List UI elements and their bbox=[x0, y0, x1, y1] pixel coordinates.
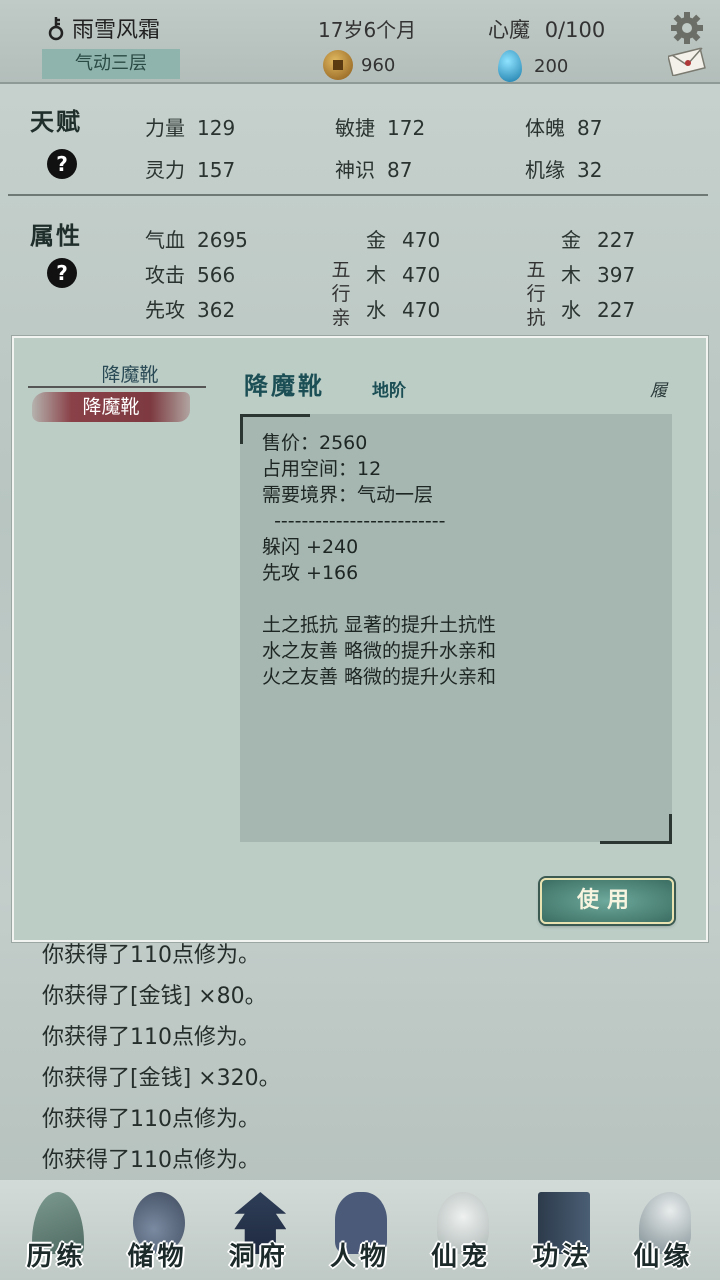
nav-tab-pet[interactable]: 仙宠 bbox=[411, 1180, 512, 1280]
item-list-title: 降魔靴 bbox=[101, 364, 159, 386]
realm-badge: 气动三层 bbox=[42, 49, 180, 79]
item-list-entry-selected[interactable]: 降魔靴 bbox=[32, 392, 190, 422]
event-log: 你获得了110点修为。 你获得了[金钱] ×80。 你获得了110点修为。 你获… bbox=[42, 940, 281, 1186]
item-description-panel: 售价：2560 占用空间：12 需要境界：气动一层 --------------… bbox=[240, 414, 672, 842]
log-entry: 你获得了110点修为。 bbox=[42, 1025, 260, 1050]
nav-tab-character[interactable]: 人物 bbox=[309, 1180, 410, 1280]
nav-label: 仙缘 bbox=[633, 1242, 694, 1272]
log-entry: 你获得了110点修为。 bbox=[42, 1107, 260, 1132]
item-category-mark: 履 bbox=[650, 381, 667, 401]
log-entry: 你获得了[金钱] ×80。 bbox=[42, 984, 267, 1009]
coin-counter: 960 bbox=[323, 50, 395, 80]
heart-demon-label: 心魔 bbox=[488, 18, 530, 42]
resist-stat: 木 397 bbox=[561, 263, 636, 287]
mail-icon[interactable] bbox=[668, 46, 706, 76]
nav-label: 历练 bbox=[26, 1242, 87, 1272]
desc-line: 先攻 +166 bbox=[262, 562, 359, 584]
nav-label: 储物 bbox=[127, 1242, 188, 1272]
nav-tab-techniques[interactable]: 功法 bbox=[512, 1180, 613, 1280]
resist-stat: 水 227 bbox=[561, 298, 636, 322]
item-name: 降魔靴 bbox=[244, 372, 325, 400]
affinity-stat: 金 470 bbox=[366, 228, 441, 252]
spirit-stone-counter: 200 bbox=[498, 50, 568, 82]
use-button[interactable]: 使用 bbox=[540, 878, 674, 924]
coin-value: 960 bbox=[361, 54, 396, 76]
nav-label: 洞府 bbox=[228, 1242, 289, 1272]
attribute-stat: 攻击 566 bbox=[145, 263, 236, 287]
talent-stat: 敏捷 172 bbox=[335, 116, 426, 140]
attributes-label: 属性 bbox=[30, 222, 82, 250]
talent-label: 天赋 bbox=[30, 108, 82, 136]
item-grade: 地阶 bbox=[372, 381, 406, 401]
nav-tab-training[interactable]: 历练 bbox=[6, 1180, 107, 1280]
talent-stat: 机缘 32 bbox=[525, 158, 603, 182]
desc-line: 躲闪 +240 bbox=[262, 536, 359, 558]
player-name: 雨雪风霜 bbox=[46, 12, 160, 44]
heart-demon: 心魔 0/100 bbox=[488, 14, 605, 44]
spirit-stone-icon bbox=[498, 50, 522, 82]
attribute-stat: 气血 2695 bbox=[145, 228, 248, 252]
spirit-stone-value: 200 bbox=[534, 55, 569, 77]
nav-label: 仙宠 bbox=[431, 1242, 492, 1272]
desc-line: 水之友善 略微的提升水亲和 bbox=[262, 640, 497, 662]
log-entry: 你获得了[金钱] ×320。 bbox=[42, 1066, 281, 1091]
talent-stat: 体魄 87 bbox=[525, 116, 603, 140]
panel-corner-decor bbox=[240, 414, 310, 444]
settings-gear-icon[interactable] bbox=[669, 10, 705, 46]
nav-tab-cave[interactable]: 洞府 bbox=[208, 1180, 309, 1280]
nav-label: 功法 bbox=[532, 1242, 593, 1272]
status-header: 雨雪风霜 气动三层 17岁6个月 心魔 0/100 960 200 bbox=[0, 0, 720, 84]
desc-line: 占用空间：12 bbox=[262, 458, 382, 480]
player-age: 17岁6个月 bbox=[318, 18, 417, 42]
affinity-stat: 木 470 bbox=[366, 263, 441, 287]
attribute-stat: 先攻 362 bbox=[145, 298, 236, 322]
log-entry: 你获得了110点修为。 bbox=[42, 943, 260, 968]
bottom-nav: 历练 储物 洞府 人物 仙宠 功法 仙缘 bbox=[0, 1180, 720, 1280]
resist-stat: 金 227 bbox=[561, 228, 636, 252]
section-divider bbox=[8, 194, 708, 196]
item-detail-dialog: 降魔靴 降魔靴 降魔靴 地阶 履 售价：2560 占用空间：12 需要境界：气动… bbox=[12, 336, 708, 942]
player-name-text: 雨雪风霜 bbox=[72, 18, 161, 43]
nav-tab-fate[interactable]: 仙缘 bbox=[613, 1180, 714, 1280]
desc-line: 火之友善 略微的提升火亲和 bbox=[262, 666, 497, 688]
desc-line bbox=[262, 586, 650, 612]
panel-corner-decor bbox=[600, 814, 672, 844]
desc-line: 土之抵抗 显著的提升土抗性 bbox=[262, 614, 497, 636]
item-list-divider bbox=[28, 386, 206, 388]
attributes-help-icon[interactable]: ? bbox=[47, 258, 77, 288]
resist-vertical-label: 五行抗 bbox=[526, 259, 546, 329]
coin-icon bbox=[323, 50, 353, 80]
talent-stat: 灵力 157 bbox=[145, 158, 236, 182]
nav-label: 人物 bbox=[329, 1242, 390, 1272]
desc-line: 需要境界：气动一层 bbox=[262, 484, 434, 506]
talent-help-icon[interactable]: ? bbox=[47, 149, 77, 179]
gender-icon bbox=[48, 17, 64, 41]
talent-stat: 神识 87 bbox=[335, 158, 413, 182]
nav-tab-storage[interactable]: 储物 bbox=[107, 1180, 208, 1280]
talent-stat: 力量 129 bbox=[145, 116, 236, 140]
affinity-stat: 水 470 bbox=[366, 298, 441, 322]
desc-separator: ------------------------- bbox=[262, 510, 446, 532]
affinity-vertical-label: 五行亲 bbox=[331, 259, 351, 329]
desc-line: 售价：2560 bbox=[262, 432, 368, 454]
heart-demon-value: 0/100 bbox=[544, 18, 606, 42]
